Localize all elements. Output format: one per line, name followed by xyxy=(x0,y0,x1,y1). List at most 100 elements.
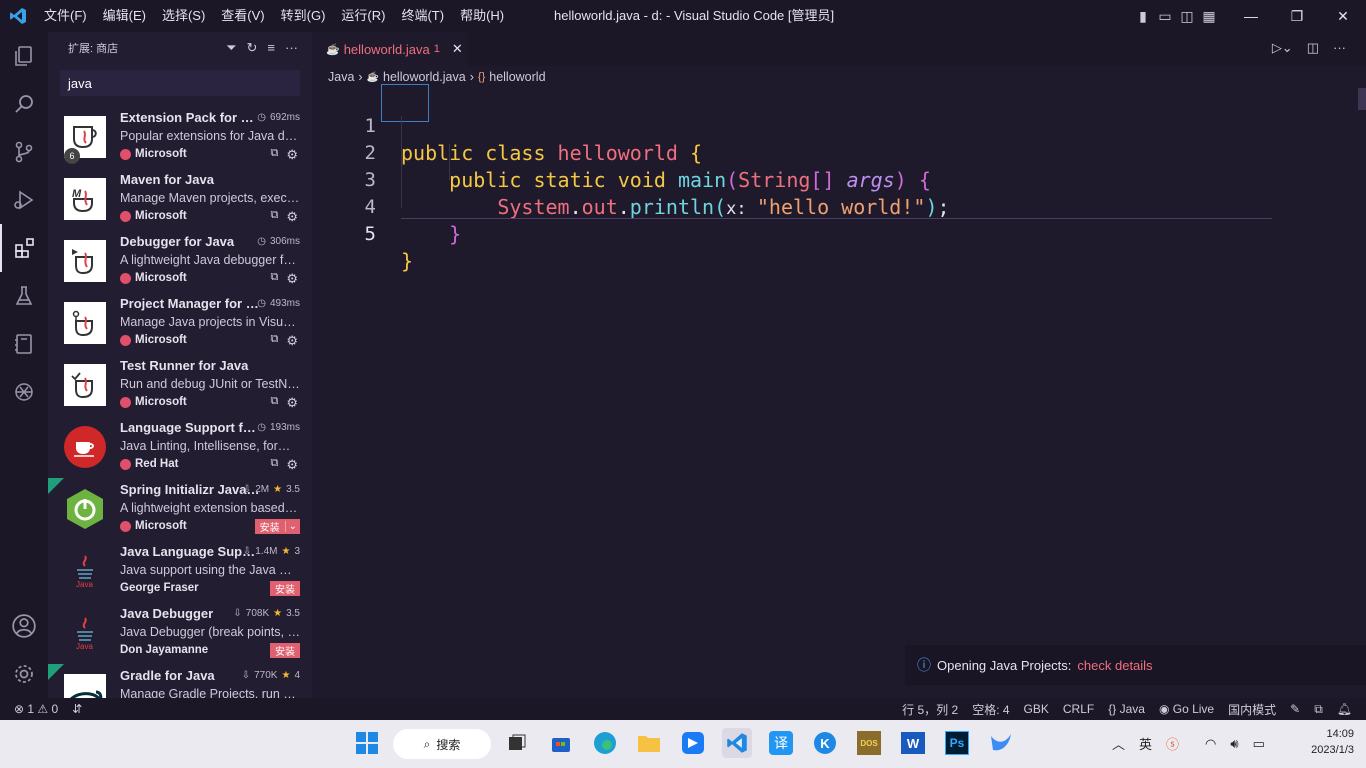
install-button[interactable]: 安装 xyxy=(270,643,300,658)
extension-item[interactable]: M Maven for Java Manage Maven projects, … xyxy=(48,168,312,230)
chevron-down-icon[interactable]: ⌄ xyxy=(284,521,300,532)
extension-item[interactable]: Language Support for Java ◷193ms Java Li… xyxy=(48,416,312,478)
word-icon[interactable]: W xyxy=(898,728,928,758)
region-mode[interactable]: 国内模式 xyxy=(1228,701,1276,718)
volume-icon[interactable]: 🔊︎ xyxy=(1230,736,1238,752)
windows-start-icon[interactable] xyxy=(352,728,382,758)
language-mode[interactable]: {} Java xyxy=(1108,702,1145,716)
sync-ignore-icon[interactable]: ⧉ xyxy=(270,271,278,287)
manage-gear-icon[interactable]: ⚙ xyxy=(286,147,298,163)
translate-icon[interactable]: 译 xyxy=(766,728,796,758)
more-actions-icon[interactable]: ··· xyxy=(285,40,298,56)
photoshop-icon[interactable]: Ps xyxy=(942,728,972,758)
more-actions-icon[interactable]: ··· xyxy=(1333,40,1346,56)
vscode-taskbar-icon[interactable] xyxy=(722,728,752,758)
run-icon[interactable]: ▷⌄ xyxy=(1272,40,1293,56)
menu-edit[interactable]: 编辑(E) xyxy=(95,0,154,32)
menu-help[interactable]: 帮助(H) xyxy=(452,0,512,32)
check-details-link[interactable]: check details xyxy=(1077,658,1152,673)
line-ending[interactable]: CRLF xyxy=(1063,702,1094,716)
tab-helloworld-java[interactable]: ☕ helloworld.java 1 ✕ xyxy=(312,32,468,66)
tray-app-icon[interactable]: ⓢ xyxy=(1166,734,1179,753)
extension-item[interactable]: Spring Initializr Java Support ⇩2M★3.5 A… xyxy=(48,478,312,540)
extension-item[interactable]: Test Runner for Java Run and debug JUnit… xyxy=(48,354,312,416)
cursor-position[interactable]: 行 5，列 2 xyxy=(902,701,958,718)
sync-ignore-icon[interactable]: ⧉ xyxy=(270,395,278,411)
vscode-logo-icon[interactable] xyxy=(0,0,36,32)
breadcrumb-file[interactable]: helloworld.java xyxy=(383,70,466,84)
manage-gear-icon[interactable]: ⚙ xyxy=(286,209,298,225)
testing-icon[interactable] xyxy=(0,272,48,320)
manage-gear-icon[interactable]: ⚙ xyxy=(286,457,298,473)
k-app-icon[interactable]: K xyxy=(810,728,840,758)
install-button[interactable]: 安装 ⌄ xyxy=(254,519,300,534)
run-debug-icon[interactable] xyxy=(0,176,48,224)
battery-icon[interactable]: ▭ xyxy=(1253,736,1265,752)
extensions-icon[interactable] xyxy=(0,224,48,272)
edge-icon[interactable] xyxy=(590,728,620,758)
minimize-button[interactable]: — xyxy=(1228,8,1274,24)
extension-item[interactable]: Project Manager for Java ◷ 493ms Manage J… xyxy=(48,292,312,354)
dosbox-icon[interactable]: DOS xyxy=(854,728,884,758)
settings-gear-icon[interactable] xyxy=(0,650,48,698)
menu-terminal[interactable]: 终端(T) xyxy=(393,0,452,32)
accounts-icon[interactable]: ⧉ xyxy=(1314,702,1323,717)
account-icon[interactable] xyxy=(0,602,48,650)
store-icon[interactable] xyxy=(546,728,576,758)
toggle-panel-icon[interactable]: ▭ xyxy=(1154,8,1176,25)
filter-icon[interactable]: ⏷ xyxy=(226,40,236,56)
bird-app-icon[interactable] xyxy=(986,728,1016,758)
indentation[interactable]: 空格: 4 xyxy=(972,701,1009,718)
extension-search-input[interactable]: java xyxy=(60,70,300,96)
file-explorer-icon[interactable] xyxy=(634,728,664,758)
feedback-icon[interactable]: ✎ xyxy=(1290,702,1300,716)
extension-item[interactable]: Java Java Language Support ⇩ 1.4M ★ 3 Java … xyxy=(48,540,312,602)
ime-icon[interactable]: 英 xyxy=(1139,734,1152,753)
manage-gear-icon[interactable]: ⚙ xyxy=(286,333,298,349)
encoding[interactable]: GBK xyxy=(1024,702,1049,716)
extension-item[interactable]: Java Java Debugger ⇩ 708K ★ 3.5 Java Debugg… xyxy=(48,602,312,664)
feishu-icon[interactable] xyxy=(678,728,708,758)
extension-item[interactable]: 6 Extension Pack for Java ◷ 692ms Popular… xyxy=(48,106,312,168)
toggle-secondary-sidebar-icon[interactable]: ◫ xyxy=(1176,8,1198,25)
source-control-icon[interactable] xyxy=(0,128,48,176)
explorer-icon[interactable] xyxy=(0,32,48,80)
extension-item[interactable]: Debugger for Java ◷ 306ms A lightweight J… xyxy=(48,230,312,292)
menu-run[interactable]: 运行(R) xyxy=(333,0,393,32)
menu-go[interactable]: 转到(G) xyxy=(273,0,334,32)
bell-icon[interactable]: 🔔︎ xyxy=(1337,702,1352,716)
remote-icon[interactable]: ⇵ xyxy=(72,702,82,716)
scrollbar-thumb[interactable] xyxy=(1358,88,1366,110)
split-editor-icon[interactable]: ◫ xyxy=(1307,40,1319,56)
sync-ignore-icon[interactable]: ⧉ xyxy=(270,209,278,225)
taskbar-search[interactable]: ⌕ 搜索 xyxy=(393,729,491,759)
close-tab-icon[interactable]: ✕ xyxy=(452,41,463,57)
chevron-up-icon[interactable]: ︿ xyxy=(1112,734,1125,753)
sync-ignore-icon[interactable]: ⧉ xyxy=(270,457,278,473)
search-icon[interactable] xyxy=(0,80,48,128)
breadcrumb-symbol[interactable]: helloworld xyxy=(489,70,545,84)
extension-item[interactable]: Gradle for Java ⇩ 770K ★ 4 Manage Gradle Pr… xyxy=(48,664,312,698)
manage-gear-icon[interactable]: ⚙ xyxy=(286,271,298,287)
wifi-icon[interactable]: ◠ xyxy=(1205,736,1216,752)
go-live[interactable]: ◉ Go Live xyxy=(1159,702,1214,716)
sync-ignore-icon[interactable]: ⧉ xyxy=(270,333,278,349)
remote-explorer-icon[interactable] xyxy=(0,320,48,368)
close-window-button[interactable]: ✕ xyxy=(1320,8,1366,25)
code-editor[interactable]: 1 public class helloworld { 2 public sta… xyxy=(312,84,1366,698)
menu-file[interactable]: 文件(F) xyxy=(36,0,95,32)
customize-layout-icon[interactable]: ▦ xyxy=(1198,8,1220,25)
clear-results-icon[interactable]: ≡ xyxy=(267,40,275,56)
refresh-icon[interactable]: ↻ xyxy=(247,40,258,56)
menu-selection[interactable]: 选择(S) xyxy=(154,0,213,32)
task-view-icon[interactable] xyxy=(502,728,532,758)
sync-ignore-icon[interactable]: ⧉ xyxy=(270,147,278,163)
breadcrumb-folder[interactable]: Java xyxy=(328,70,354,84)
maximize-button[interactable]: ❐ xyxy=(1274,8,1320,25)
manage-gear-icon[interactable]: ⚙ xyxy=(286,395,298,411)
chatgpt-icon[interactable] xyxy=(0,368,48,416)
install-button[interactable]: 安装 xyxy=(270,581,300,596)
menu-view[interactable]: 查看(V) xyxy=(213,0,272,32)
problems-indicator[interactable]: ⊗ 1 ⚠ 0 xyxy=(14,702,58,716)
toggle-sidebar-icon[interactable]: ▮ xyxy=(1132,8,1154,25)
